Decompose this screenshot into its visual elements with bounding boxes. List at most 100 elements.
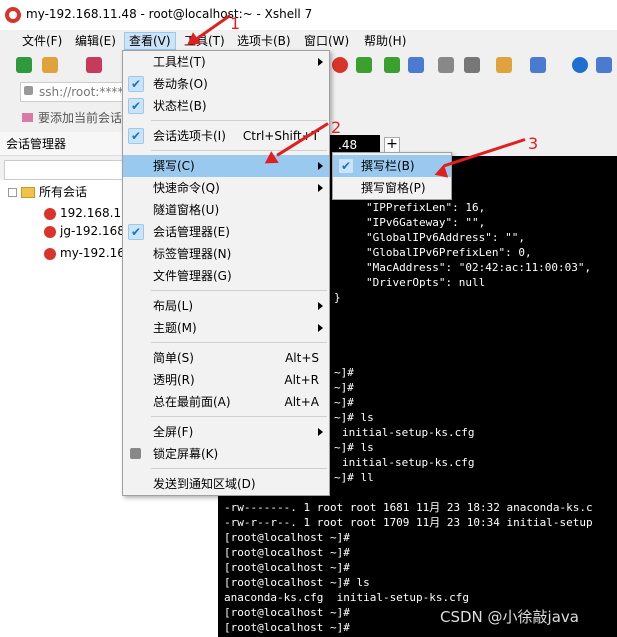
menu-separator — [151, 120, 327, 121]
terminal-line: "GlobalIPv6Address": "", — [366, 231, 525, 244]
submenu-arrow-icon — [318, 428, 323, 436]
menu-tabs[interactable]: 选项卡(B) — [233, 32, 295, 50]
menu-item-label: 发送到通知区域(D) — [153, 477, 256, 491]
menu-edit[interactable]: 编辑(E) — [71, 32, 120, 50]
menu-view[interactable]: 查看(V) — [124, 32, 176, 50]
menu-item-tab-manager[interactable]: 标签管理器(N) — [123, 243, 329, 265]
xshell-icon[interactable] — [332, 57, 348, 73]
menu-separator — [151, 150, 327, 151]
tree-label: 192.168.16 — [60, 206, 129, 220]
address-input[interactable]: ssh://root:***** — [20, 82, 130, 102]
menu-item-label: 撰写(C) — [153, 159, 195, 173]
terminal-line: [root@localhost ~]# — [224, 621, 350, 634]
submenu-arrow-icon — [318, 324, 323, 332]
menu-item-label: 卷动条(O) — [153, 77, 208, 91]
xshell-logo-icon — [5, 7, 21, 23]
transfer-icon[interactable] — [408, 57, 424, 73]
bookmark-icon — [22, 113, 33, 122]
add-tab-button[interactable]: + — [384, 137, 400, 153]
watermark: CSDN @小徐敲java — [440, 608, 579, 626]
terminal-line: "MacAddress": "02:42:ac:11:00:03", — [366, 261, 592, 274]
terminal-line: [root@localhost ~]# — [224, 531, 350, 544]
menu-separator — [151, 290, 327, 291]
menu-help[interactable]: 帮助(H) — [360, 32, 410, 50]
tree-session-item[interactable]: 192.168.16 — [44, 204, 129, 222]
chat-icon[interactable] — [596, 57, 612, 73]
menu-item-scrollbar[interactable]: ✔ 卷动条(O) — [123, 73, 329, 95]
menu-item-session-manager[interactable]: ✔ 会话管理器(E) — [123, 221, 329, 243]
font-icon[interactable] — [464, 57, 480, 73]
menu-item-label: 标签管理器(N) — [153, 247, 232, 261]
layout-icon[interactable] — [530, 57, 546, 73]
tree-session-item[interactable]: jg-192.168 — [44, 222, 125, 240]
menu-item-label: 工具栏(T) — [153, 55, 206, 69]
terminal-line: anaconda-ks.cfg initial-setup-ks.cfg — [224, 591, 470, 604]
menu-item-quick-commands[interactable]: 快速命令(Q) — [123, 177, 329, 199]
menu-item-label: 快速命令(Q) — [153, 181, 220, 195]
expand-icon[interactable] — [8, 188, 17, 197]
keyboard-icon[interactable] — [438, 57, 454, 73]
menu-item-label: 简单(S) — [153, 351, 194, 365]
open-folder-icon[interactable] — [42, 57, 58, 73]
menu-item-label: 文件管理器(G) — [153, 269, 232, 283]
fullscreen-icon[interactable] — [384, 57, 400, 73]
menu-separator — [151, 416, 327, 417]
menu-item-send-to-tray[interactable]: 发送到通知区域(D) — [123, 473, 329, 495]
menu-item-theme[interactable]: 主题(M) — [123, 317, 329, 339]
menu-item-transparent[interactable]: 透明(R) Alt+R — [123, 369, 329, 391]
annotation-number: 3 — [528, 134, 539, 153]
menu-item-label: 透明(R) — [153, 373, 195, 387]
terminal-line: "IPv6Gateway": "", — [366, 216, 486, 229]
menu-item-label: 会话管理器(E) — [153, 225, 230, 239]
tree-label: my-192.16 — [60, 246, 125, 260]
menu-item-label: 全屏(F) — [153, 425, 194, 439]
menu-item-tunnel-pane[interactable]: 隧道窗格(U) — [123, 199, 329, 221]
menu-item-fullscreen[interactable]: 全屏(F) — [123, 421, 329, 443]
menu-item-statusbar[interactable]: ✔ 状态栏(B) — [123, 95, 329, 117]
terminal-line: ~]# — [334, 396, 354, 409]
disconnect-icon[interactable] — [86, 57, 102, 73]
menu-item-label: 总在最前面(A) — [153, 395, 231, 409]
session-icon — [44, 207, 56, 220]
terminal-line: ~]# ll — [334, 471, 374, 484]
menu-item-compose[interactable]: 撰写(C) — [123, 155, 329, 177]
session-icon — [44, 247, 56, 260]
menu-item-always-on-top[interactable]: 总在最前面(A) Alt+A — [123, 391, 329, 413]
menu-item-label: 隧道窗格(U) — [153, 203, 220, 217]
help-icon[interactable] — [572, 57, 588, 73]
tree-folder-all[interactable]: 所有会话 — [8, 183, 87, 201]
menu-item-toolbar[interactable]: 工具栏(T) — [123, 51, 329, 73]
add-session-link[interactable]: 要添加当前会话 — [38, 109, 122, 126]
menu-item-lock-screen[interactable]: 锁定屏幕(K) — [123, 443, 329, 465]
menu-item-layout[interactable]: 布局(L) — [123, 295, 329, 317]
new-session-icon[interactable] — [16, 57, 32, 73]
check-icon: ✔ — [128, 76, 144, 92]
menu-accelerator: Alt+S — [285, 351, 319, 365]
menu-accelerator: Alt+R — [284, 373, 319, 387]
menu-item-label: 布局(L) — [153, 299, 194, 313]
menu-file[interactable]: 文件(F) — [18, 32, 66, 50]
menu-item-label: 会话选项卡(I) — [153, 129, 226, 143]
check-icon: ✔ — [128, 98, 144, 114]
view-menu-dropdown: 工具栏(T) ✔ 卷动条(O) ✔ 状态栏(B) ✔ 会话选项卡(I) Ctrl+Shi… — [122, 50, 330, 496]
terminal-line: initial-setup-ks.cfg — [342, 456, 475, 469]
lock-icon — [130, 448, 141, 459]
tree-label: jg-192.168 — [60, 224, 125, 238]
submenu-arrow-icon — [318, 302, 323, 310]
compose-submenu: ✔ 撰写栏(B) 撰写窗格(P) — [332, 152, 452, 200]
tree-session-item[interactable]: my-192.16 — [44, 244, 125, 262]
annotation-number: 2 — [331, 118, 342, 137]
submenu-item-label: 撰写栏(B) — [361, 159, 415, 173]
menu-item-file-manager[interactable]: 文件管理器(G) — [123, 265, 329, 287]
submenu-arrow-icon — [318, 58, 323, 66]
submenu-item-compose-pane[interactable]: 撰写窗格(P) — [333, 177, 451, 199]
menu-window[interactable]: 窗口(W) — [300, 32, 353, 50]
terminal-line: ~]# ls — [334, 411, 374, 424]
menu-item-simple[interactable]: 简单(S) Alt+S — [123, 347, 329, 369]
terminal-line: [root@localhost ~]# — [224, 561, 350, 574]
terminal-line: ~]# — [334, 381, 354, 394]
terminal-line: [root@localhost ~]# ls — [224, 576, 370, 589]
xftp-icon[interactable] — [356, 57, 372, 73]
menu-item-label: 状态栏(B) — [153, 99, 207, 113]
add-plugin-icon[interactable] — [496, 57, 512, 73]
